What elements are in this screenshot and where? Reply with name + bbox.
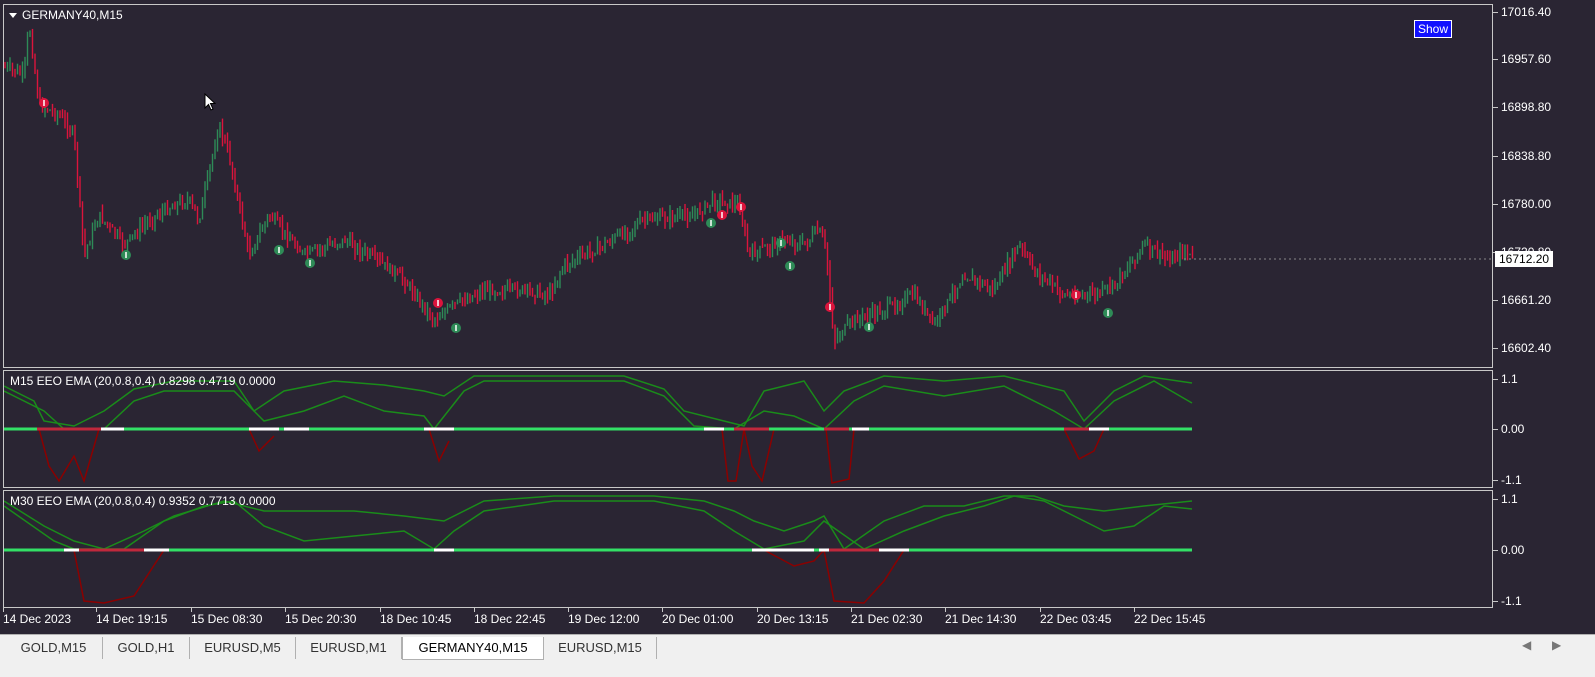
price-y-axis-label: 16661.20 <box>1501 293 1552 307</box>
price-y-axis-tick <box>1493 348 1498 349</box>
oscillator-negative-line <box>428 428 450 463</box>
indicator-m15-canvas <box>4 375 1193 484</box>
oscillator-negative-line <box>248 428 275 453</box>
m30-y-axis-tick <box>1493 550 1498 551</box>
x-axis-label: 20 Dec 01:00 <box>662 612 734 626</box>
x-axis-label: 14 Dec 2023 <box>3 612 72 626</box>
m15-y-axis-label: 1.1 <box>1501 372 1518 386</box>
x-axis-label: 18 Dec 10:45 <box>380 612 452 626</box>
tab-germany40-m15[interactable]: GERMANY40,M15 <box>402 637 544 660</box>
dropdown-triangle-icon[interactable] <box>9 13 17 19</box>
oscillator-negative-line <box>823 549 905 604</box>
oscillator-negative-line <box>721 428 775 483</box>
chart-tab-bar: GOLD,M15 GOLD,H1 EURUSD,M5 EURUSD,M1 GER… <box>0 634 1595 677</box>
m15-y-axis-label: 0.00 <box>1501 422 1525 436</box>
indicator-m30-y-axis: 1.1 0.00 -1.1 <box>1493 490 1595 608</box>
price-y-axis-tick <box>1493 204 1498 205</box>
chart-symbol-label: GERMANY40,M15 <box>22 8 123 22</box>
tab-gold-h1[interactable]: GOLD,H1 <box>103 637 190 659</box>
price-y-axis-tick <box>1493 12 1498 13</box>
price-y-axis-tick <box>1493 59 1498 60</box>
time-x-axis: 14 Dec 2023 14 Dec 19:15 15 Dec 08:30 15 De… <box>3 608 1493 632</box>
m15-y-axis-tick <box>1493 480 1498 481</box>
m30-y-axis-tick <box>1493 601 1498 602</box>
x-axis-label: 15 Dec 08:30 <box>191 612 263 626</box>
tab-eurusd-m5[interactable]: EURUSD,M5 <box>190 637 296 659</box>
price-y-axis-label: 17016.40 <box>1501 5 1552 19</box>
price-y-axis-label: 16602.40 <box>1501 341 1552 355</box>
indicator-m30-canvas <box>4 495 1193 604</box>
x-axis-label: 19 Dec 12:00 <box>568 612 640 626</box>
price-y-axis-tick <box>1493 300 1498 301</box>
price-y-axis-tick <box>1493 156 1498 157</box>
m15-y-axis-label: -1.1 <box>1501 473 1522 487</box>
oscillator-negative-line <box>38 428 100 484</box>
indicator-pane-m15[interactable]: M15 EEO EMA (20,0.8,0.4) 0.8298 0.4719 0… <box>3 370 1493 488</box>
x-axis-label: 14 Dec 19:15 <box>96 612 168 626</box>
tab-scroll-right-icon[interactable]: ▶ <box>1552 638 1561 652</box>
m30-y-axis-tick <box>1493 499 1498 500</box>
price-y-axis-label: 16957.60 <box>1501 52 1552 66</box>
tab-eurusd-m15[interactable]: EURUSD,M15 <box>544 637 657 659</box>
oscillator-negative-line <box>1063 428 1105 461</box>
indicator-m15-y-axis: 1.1 0.00 -1.1 <box>1493 370 1595 488</box>
oscillator-slow-line <box>4 380 1193 431</box>
m15-y-axis-tick <box>1493 379 1498 380</box>
tab-eurusd-m1[interactable]: EURUSD,M1 <box>296 637 402 659</box>
x-axis-label: 18 Dec 22:45 <box>474 612 546 626</box>
m30-y-axis-label: 0.00 <box>1501 543 1525 557</box>
m15-y-axis-tick <box>1493 429 1498 430</box>
current-price-label: 16712.20 <box>1495 251 1554 267</box>
indicator-m30-title: M30 EEO EMA (20,0.8,0.4) 0.9352 0.7713 0… <box>10 494 276 508</box>
price-y-axis[interactable]: 17016.40 16957.60 16898.80 16838.80 16780.00… <box>1493 4 1595 368</box>
m30-y-axis-label: -1.1 <box>1501 594 1522 608</box>
price-y-axis-label: 16898.80 <box>1501 100 1552 114</box>
x-axis-label: 21 Dec 02:30 <box>851 612 923 626</box>
x-axis-label: 22 Dec 03:45 <box>1040 612 1112 626</box>
price-y-axis-label: 16838.80 <box>1501 149 1552 163</box>
price-y-axis-label: 16780.00 <box>1501 197 1552 211</box>
indicator-m15-title: M15 EEO EMA (20,0.8,0.4) 0.8298 0.4719 0… <box>10 374 276 388</box>
oscillator-negative-line <box>73 549 165 604</box>
price-chart-pane[interactable]: GERMANY40,M15 Show <box>3 4 1493 368</box>
tab-scroll-left-icon[interactable]: ◀ <box>1522 638 1531 652</box>
indicator-pane-m30[interactable]: M30 EEO EMA (20,0.8,0.4) 0.9352 0.7713 0… <box>3 490 1493 608</box>
x-axis-label: 21 Dec 14:30 <box>945 612 1017 626</box>
show-button[interactable]: Show <box>1413 20 1452 38</box>
x-axis-label: 22 Dec 15:45 <box>1134 612 1206 626</box>
x-axis-label: 20 Dec 13:15 <box>757 612 829 626</box>
oscillator-negative-line <box>825 428 855 484</box>
price-y-axis-tick <box>1493 107 1498 108</box>
x-axis-label: 15 Dec 20:30 <box>285 612 357 626</box>
mouse-pointer-icon <box>204 93 216 111</box>
price-chart-canvas[interactable] <box>4 5 1492 367</box>
m30-y-axis-label: 1.1 <box>1501 492 1518 506</box>
oscillator-negative-line <box>763 549 825 567</box>
chart-symbol-title[interactable]: GERMANY40,M15 <box>9 8 123 22</box>
tab-gold-m15[interactable]: GOLD,M15 <box>5 637 103 659</box>
